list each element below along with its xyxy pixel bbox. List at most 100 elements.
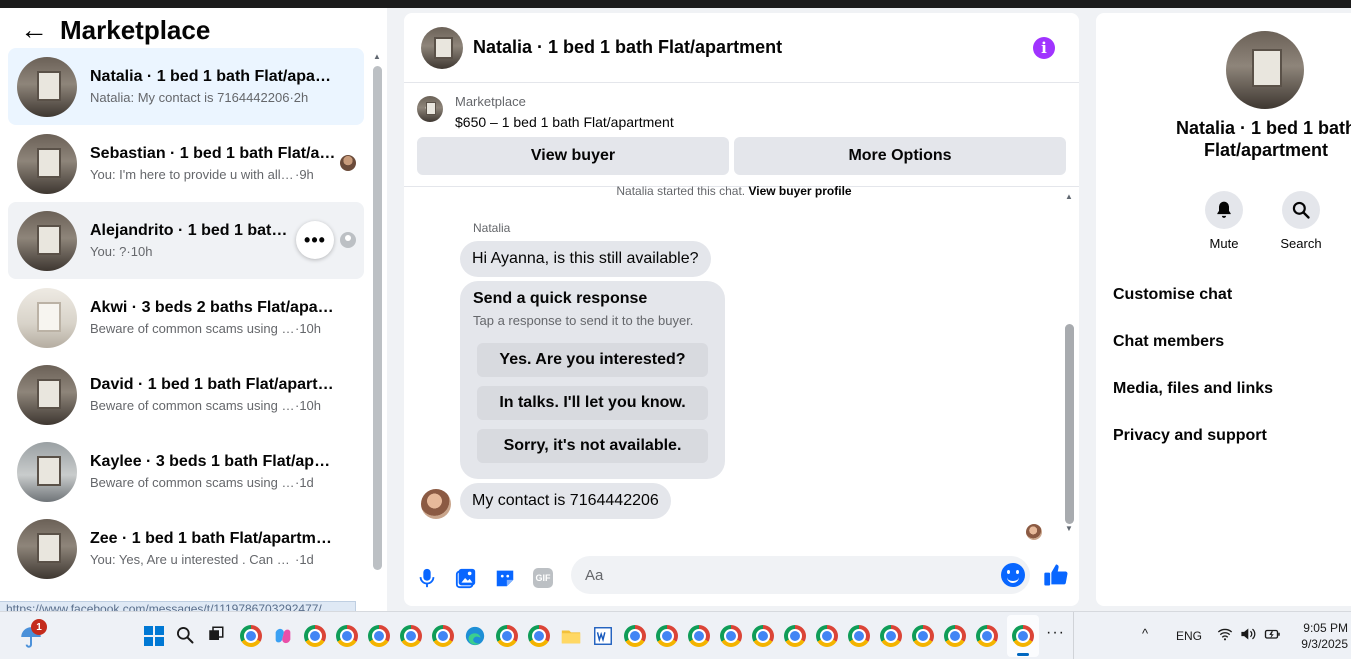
gif-icon[interactable]: GIF [530, 565, 556, 591]
chrome-icon[interactable] [336, 625, 358, 647]
seen-avatar-placeholder [340, 232, 356, 248]
like-thumb-icon[interactable] [1042, 561, 1070, 589]
mute-button[interactable]: Mute [1194, 191, 1254, 251]
word-icon[interactable] [592, 625, 614, 647]
chat-started-text: Natalia started this chat. [616, 184, 746, 198]
seen-avatar [340, 155, 356, 171]
conversation-name: Natalia · 1 bed 1 bath Flat/apartment [90, 68, 336, 85]
status-url-tooltip: https://www.facebook.com/messages/t/1119… [0, 601, 356, 611]
chevron-up-icon[interactable]: ^ [1142, 626, 1148, 641]
chrome-icon[interactable] [976, 625, 998, 647]
chrome-icon[interactable] [400, 625, 422, 647]
emoji-icon[interactable] [1001, 563, 1025, 587]
chrome-icon[interactable] [816, 625, 838, 647]
conversation-preview: You: ? [90, 244, 127, 259]
conversation-item[interactable]: Kaylee · 3 beds 1 bath Flat/apartment Be… [8, 433, 364, 510]
chrome-icon[interactable] [944, 625, 966, 647]
conversation-time: ·2h [289, 90, 309, 105]
search-button[interactable]: Search [1271, 191, 1331, 251]
chat-scrollbar[interactable]: ▲ ▼ [1063, 192, 1074, 536]
message-input[interactable] [585, 566, 985, 584]
privacy-support-item[interactable]: Privacy and support [1113, 427, 1267, 445]
chrome-icon[interactable] [432, 625, 454, 647]
listing-price: $650 – 1 bed 1 bath Flat/apartment [455, 114, 674, 130]
chat-scrollbar-thumb[interactable] [1065, 324, 1074, 524]
search-icon[interactable] [175, 625, 197, 647]
chrome-icon[interactable] [656, 625, 678, 647]
chrome-icon[interactable] [624, 625, 646, 647]
language-indicator[interactable]: ENG [1176, 629, 1202, 643]
conversation-item[interactable]: Akwi · 3 beds 2 baths Flat/apartment Bew… [8, 279, 364, 356]
volume-icon[interactable] [1240, 627, 1258, 644]
chrome-icon[interactable] [688, 625, 710, 647]
taskbar: 1 ··· ^ ENG 9:05 PM 9/3/2025 [0, 611, 1351, 659]
copilot-icon[interactable] [272, 625, 294, 647]
photo-icon[interactable] [453, 565, 479, 591]
conversation-preview: You: I'm here to provide u with all the … [90, 167, 295, 182]
message-input-box[interactable] [571, 556, 1030, 594]
view-buyer-profile-link[interactable]: View buyer profile [748, 184, 851, 198]
profile-name: Natalia · 1 bed 1 bath Flat/apartment [1175, 118, 1351, 160]
mute-label: Mute [1209, 236, 1239, 251]
chrome-icon[interactable] [880, 625, 902, 647]
listing-thumbnail [417, 96, 443, 122]
chrome-icon[interactable] [528, 625, 550, 647]
windows-start-icon[interactable] [143, 625, 165, 647]
quick-response-not-available[interactable]: Sorry, it's not available. [477, 429, 708, 463]
quick-response-subtitle: Tap a response to send it to the buyer. [473, 313, 694, 328]
conversation-item[interactable]: Zee · 1 bed 1 bath Flat/apartment You: Y… [8, 510, 364, 587]
conversation-item[interactable]: Alejandrito · 1 bed 1 bath Flat/apartmen… [8, 202, 364, 279]
info-icon[interactable]: i [1033, 37, 1055, 59]
chat-title[interactable]: Natalia · 1 bed 1 bath Flat/apartment [473, 37, 782, 58]
media-files-links-item[interactable]: Media, files and links [1113, 380, 1273, 398]
customise-chat-item[interactable]: Customise chat [1113, 286, 1232, 304]
scroll-up-arrow-icon[interactable]: ▲ [373, 52, 381, 61]
sender-name: Natalia [473, 221, 511, 235]
sticker-icon[interactable] [492, 565, 518, 591]
chrome-icon[interactable] [240, 625, 262, 647]
conversation-name: Kaylee · 3 beds 1 bath Flat/apartment [90, 453, 336, 470]
conversation-item[interactable]: Sebastian · 1 bed 1 bath Flat/apartment … [8, 125, 364, 202]
chrome-icon[interactable] [720, 625, 742, 647]
notification-badge: 1 [31, 619, 47, 635]
conversation-name: Zee · 1 bed 1 bath Flat/apartment [90, 530, 336, 547]
more-options-button[interactable]: ••• [296, 221, 334, 259]
conversation-scrollbar[interactable] [373, 66, 382, 570]
chrome-icon[interactable] [752, 625, 774, 647]
more-options-button[interactable]: More Options [734, 137, 1066, 175]
listing-thumbnail [17, 210, 77, 271]
conversation-name: Alejandrito · 1 bed 1 bath Flat/apartmen… [90, 222, 290, 239]
chat-header: Natalia · 1 bed 1 bath Flat/apartment i [404, 13, 1079, 83]
chat-panel: Natalia · 1 bed 1 bath Flat/apartment i … [404, 13, 1079, 606]
conversation-item[interactable]: David · 1 bed 1 bath Flat/apartment Bewa… [8, 356, 364, 433]
scroll-down-arrow-icon[interactable]: ▼ [1065, 524, 1073, 533]
chrome-icon[interactable] [368, 625, 390, 647]
edge-icon[interactable] [464, 625, 486, 647]
chat-avatar[interactable] [421, 26, 463, 69]
conversation-time: ·10h [295, 398, 322, 413]
conversation-name: Sebastian · 1 bed 1 bath Flat/apartment [90, 145, 336, 162]
task-view-icon[interactable] [207, 625, 229, 647]
wifi-icon[interactable] [1217, 627, 1233, 644]
clock[interactable]: 9:05 PM 9/3/2025 [1290, 620, 1348, 652]
file-explorer-icon[interactable] [560, 625, 582, 647]
chrome-icon[interactable] [304, 625, 326, 647]
chrome-icon[interactable] [784, 625, 806, 647]
profile-avatar[interactable] [1226, 31, 1304, 109]
chrome-icon[interactable] [848, 625, 870, 647]
chat-members-item[interactable]: Chat members [1113, 333, 1224, 351]
more-apps-icon[interactable]: ··· [1046, 624, 1065, 642]
chrome-icon[interactable] [496, 625, 518, 647]
quick-response-in-talks[interactable]: In talks. I'll let you know. [477, 386, 708, 420]
view-buyer-button[interactable]: View buyer [417, 137, 729, 175]
battery-charging-icon[interactable] [1264, 627, 1282, 646]
conversation-name: David · 1 bed 1 bath Flat/apartment [90, 376, 336, 393]
quick-response-yes[interactable]: Yes. Are you interested? [477, 343, 708, 377]
microphone-icon[interactable] [414, 565, 440, 591]
conversation-item[interactable]: Natalia · 1 bed 1 bath Flat/apartment Na… [8, 48, 364, 125]
chrome-active-icon[interactable] [1012, 625, 1034, 647]
scroll-up-arrow-icon[interactable]: ▲ [1065, 192, 1073, 201]
conversation-preview: You: Yes, Are u interested . Can you tex… [90, 552, 295, 567]
back-arrow-icon[interactable]: ← [20, 16, 48, 44]
chrome-icon[interactable] [912, 625, 934, 647]
